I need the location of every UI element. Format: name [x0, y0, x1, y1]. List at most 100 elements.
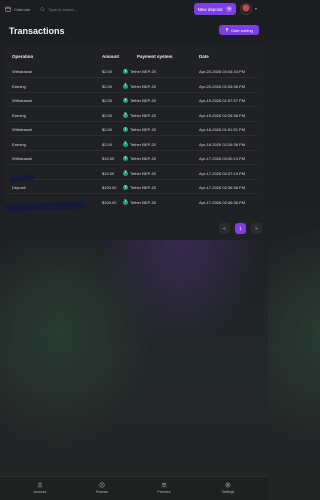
table-row: Withdrawal $2.00 Tether BEP-20 Apr-20-2026 … — [4, 63, 264, 78]
operation-cell: Deposit — [12, 185, 26, 190]
nav-account-label: Account — [33, 490, 47, 494]
table-row: Deposit $100.00 Tether BEP-20 Apr-17-2026 0… — [4, 179, 264, 194]
prev-page-button[interactable]: < — [219, 223, 230, 234]
bottom-nav: Account Finance Partners Settings — [0, 476, 268, 500]
date-cell: Apr-19-2026 01:57:57 PM — [199, 98, 246, 103]
table-row: $10.00 Tether BEP-20 Apr-17-2026 02:37:15 … — [4, 165, 264, 180]
nav-account[interactable]: Account — [20, 482, 60, 494]
payment-system-label: Tether BEP-20 — [130, 127, 157, 132]
amount-cell: $2.00 — [102, 83, 113, 89]
tether-icon — [123, 83, 128, 89]
payment-system-cell: Tether BEP-20 — [123, 112, 157, 118]
operation-cell: Withdrawal — [12, 98, 32, 103]
amount-cell: $100.00 — [102, 185, 117, 190]
calendar-icon — [5, 6, 11, 12]
payment-system-label: Tether BEP-20 — [130, 185, 157, 190]
operation-cell: Earning — [12, 141, 26, 147]
payment-system-label: Tether BEP-20 — [130, 156, 157, 161]
operation-cell: Withdrawal — [12, 69, 32, 74]
date-sorting-button[interactable]: Date sorting — [219, 25, 259, 35]
operation-cell: Earning — [12, 83, 26, 89]
tether-icon — [123, 127, 128, 133]
page-title: Transactions — [9, 26, 65, 36]
tether-icon — [123, 185, 128, 191]
date-sorting-label: Date sorting — [231, 27, 253, 33]
header-amount: Amount — [102, 54, 119, 59]
amount-cell: $2.00 — [102, 127, 113, 132]
amount-cell: $2.00 — [102, 141, 113, 147]
date-cell: Apr-20-2026 02:26:36 PM — [199, 83, 246, 89]
operation-cell: Withdrawal — [12, 127, 32, 132]
table-row: Earning $2.00 Tether BEP-20 Apr-20-2026 02:… — [4, 78, 264, 93]
date-cell: Apr-18-2026 01:51:51 PM — [199, 127, 246, 132]
plus-icon: + — [226, 6, 233, 12]
next-page-button[interactable]: > — [251, 223, 262, 234]
date-cell: Apr-17-2026 02:36:36 PM — [199, 199, 246, 205]
payment-system-label: Tether BEP-20 — [130, 83, 157, 89]
nav-partners[interactable]: Partners — [144, 482, 184, 494]
search-input[interactable]: Type to search... — [40, 7, 78, 12]
payment-system-label: Tether BEP-20 — [130, 170, 157, 176]
header-payment-system: Payment system — [137, 54, 173, 59]
tether-icon — [123, 156, 128, 162]
payment-system-cell: Tether BEP-20 — [123, 199, 157, 205]
payment-system-cell: Tether BEP-20 — [123, 83, 157, 89]
amount-cell: $2.00 — [102, 69, 113, 74]
tether-icon — [123, 98, 128, 104]
payment-system-label: Tether BEP-20 — [130, 141, 157, 147]
table-row: Withdrawal $2.00 Tether BEP-20 Apr-19-2026 … — [4, 92, 264, 107]
amount-cell: $2.00 — [102, 98, 113, 103]
payment-system-cell: Tether BEP-20 — [123, 98, 157, 104]
amount-cell: $10.00 — [102, 170, 115, 176]
payment-system-label: Tether BEP-20 — [130, 98, 157, 103]
header-date: Date — [199, 54, 209, 59]
amount-cell: $2.00 — [102, 112, 113, 118]
nav-settings-label: Settings — [221, 490, 235, 494]
header-operation: Operation — [12, 54, 34, 59]
table-row: Earning $2.00 Tether BEP-20 Apr-19-2026 02:… — [4, 107, 264, 122]
wallet-icon — [99, 482, 105, 488]
payment-system-cell: Tether BEP-20 — [123, 185, 157, 191]
table-row: Earning $2.00 Tether BEP-20 Apr-18-2026 02:… — [4, 136, 264, 151]
tether-icon — [123, 199, 128, 205]
nav-finance[interactable]: Finance — [82, 482, 122, 494]
tether-icon — [123, 112, 128, 118]
user-icon — [37, 482, 43, 488]
calendar-label: Calendar — [14, 6, 31, 12]
nav-settings[interactable]: Settings — [208, 482, 248, 494]
payment-system-cell: Tether BEP-20 — [123, 127, 157, 133]
date-cell: Apr-20-2026 03:44:34 PM — [199, 69, 246, 74]
tether-icon — [123, 69, 128, 75]
table-row: Withdrawal $10.00 Tether BEP-20 Apr-17-2026… — [4, 150, 264, 165]
calendar-link[interactable]: Calendar — [5, 6, 30, 12]
date-cell: Apr-17-2026 02:37:15 PM — [199, 170, 246, 176]
new-deposit-button[interactable]: New deposit + — [194, 3, 236, 15]
avatar[interactable] — [240, 3, 252, 15]
gear-icon — [225, 482, 231, 488]
operation-cell: Earning — [12, 112, 26, 118]
search-icon — [40, 6, 45, 12]
tether-icon — [123, 141, 128, 147]
payment-system-label: Tether BEP-20 — [130, 112, 157, 118]
chevron-down-icon[interactable]: ▾ — [255, 6, 257, 11]
nav-finance-label: Finance — [95, 490, 109, 494]
users-icon — [161, 482, 167, 488]
date-cell: Apr-19-2026 02:26:36 PM — [199, 112, 246, 118]
new-deposit-label: New deposit — [197, 6, 223, 12]
payment-system-cell: Tether BEP-20 — [123, 141, 157, 147]
page-1-button[interactable]: 1 — [235, 223, 246, 234]
operation-cell: Withdrawal — [12, 156, 32, 161]
payment-system-cell: Tether BEP-20 — [123, 69, 157, 75]
filter-icon — [225, 28, 229, 32]
nav-partners-label: Partners — [157, 490, 171, 494]
payment-system-cell: Tether BEP-20 — [123, 170, 157, 176]
amount-cell: $100.00 — [102, 199, 117, 205]
payment-system-cell: Tether BEP-20 — [123, 156, 157, 162]
tether-icon — [123, 170, 128, 176]
date-cell: Apr-17-2026 03:30:13 PM — [199, 156, 246, 161]
payment-system-label: Tether BEP-20 — [130, 199, 157, 205]
amount-cell: $10.00 — [102, 156, 115, 161]
search-placeholder: Type to search... — [48, 6, 78, 12]
date-cell: Apr-17-2026 02:36:36 PM — [199, 185, 246, 190]
payment-system-label: Tether BEP-20 — [130, 69, 157, 74]
